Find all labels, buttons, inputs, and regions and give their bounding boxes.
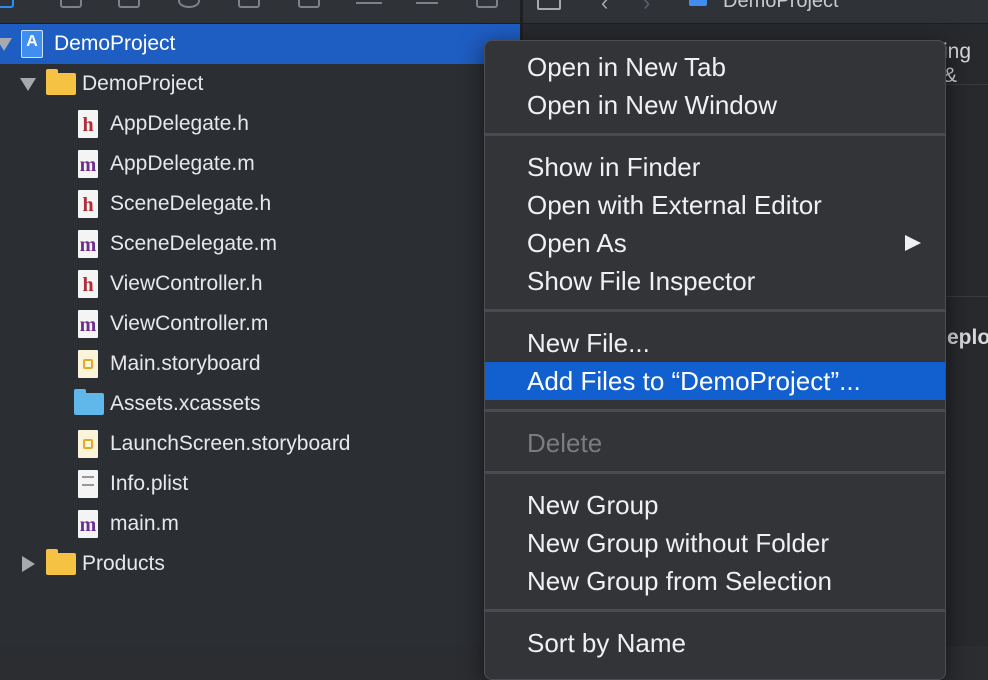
menu-item-open-with-external-editor[interactable]: Open with External Editor [485,186,945,224]
source-control-icon[interactable] [60,0,82,8]
tree-row-label: Products [82,552,165,575]
issue-navigator-icon[interactable] [238,0,260,8]
tree-row-label: AppDelegate.m [110,152,255,175]
project-navigator: DemoProject DemoProject h AppDelegate.h … [0,0,522,646]
tree-row-file[interactable]: h AppDelegate.h [0,104,522,144]
storyboard-file-icon [78,350,98,378]
context-menu: Open in New Tab Open in New Window Show … [484,40,946,680]
objc-source-file-icon: m [78,230,98,258]
menu-separator [485,471,945,474]
folder-icon [46,69,76,95]
menu-item-show-file-inspector[interactable]: Show File Inspector [485,262,945,300]
tree-row-file[interactable]: m ViewController.m [0,304,522,344]
menu-item-open-in-new-tab[interactable]: Open in New Tab [485,48,945,86]
tree-row-label: ViewController.h [110,272,263,295]
menu-separator [485,133,945,136]
objc-source-file-icon: m [78,510,98,538]
tree-row-label: Main.storyboard [110,352,261,375]
tree-row-label: Info.plist [110,472,189,495]
storyboard-file-icon [78,430,98,458]
submenu-arrow-icon [905,235,921,251]
tree-row-file[interactable]: m main.m [0,504,522,544]
test-navigator-icon[interactable] [298,0,320,8]
jump-bar-crumb[interactable]: DemoProject [723,0,839,13]
back-arrow-icon[interactable]: ‹ [601,0,608,16]
tree-row-label: DemoProject [54,32,176,55]
obscured-editor-text: eplo [947,326,988,349]
tree-row-label: ViewController.m [110,312,269,335]
folder-icon [46,549,76,575]
menu-item-new-group-from-selection[interactable]: New Group from Selection [485,562,945,600]
menu-item-sort-by-name[interactable]: Sort by Name [485,624,945,662]
debug-navigator-icon[interactable] [356,2,382,4]
tree-row-file[interactable]: Info.plist [0,464,522,504]
related-items-icon[interactable] [537,0,561,10]
tree-row-label: main.m [110,512,179,535]
tree-row-label: Assets.xcassets [110,392,261,415]
tree-row-file[interactable]: h ViewController.h [0,264,522,304]
menu-separator [485,409,945,412]
tree-row-label: SceneDelegate.h [110,192,272,215]
obscured-editor-text: ing & [943,40,972,87]
menu-item-new-group[interactable]: New Group [485,486,945,524]
plist-file-icon [78,470,98,498]
menu-item-open-as[interactable]: Open As [485,224,945,262]
tree-row-group[interactable]: Products [0,544,522,584]
tree-row-file[interactable]: h SceneDelegate.h [0,184,522,224]
report-navigator-icon[interactable] [476,0,498,8]
forward-arrow-icon[interactable]: › [643,0,650,16]
tree-row-label: DemoProject [82,72,204,95]
menu-item-delete: Delete [527,428,603,458]
xcode-project-icon [21,30,43,58]
menu-item-open-in-new-window[interactable]: Open in New Window [485,86,945,124]
objc-source-file-icon: m [78,150,98,178]
tree-row-group[interactable]: DemoProject [0,64,522,104]
disclosure-expanded-icon[interactable] [0,38,12,51]
tree-row-label: LaunchScreen.storyboard [110,432,351,455]
header-file-icon: h [78,270,98,298]
tree-row-file[interactable]: m AppDelegate.m [0,144,522,184]
tree-row-file[interactable]: Assets.xcassets [0,384,522,424]
menu-item-new-file[interactable]: New File... [485,324,945,362]
header-file-icon: h [78,190,98,218]
menu-item-add-files[interactable]: Add Files to “DemoProject”... [485,362,945,400]
project-navigator-icon[interactable] [0,0,14,8]
symbol-navigator-icon[interactable] [118,0,140,8]
tree-row-label: SceneDelegate.m [110,232,277,255]
navigator-toolbar [0,0,522,24]
find-navigator-icon[interactable] [178,0,200,8]
menu-item-show-in-finder[interactable]: Show in Finder [485,148,945,186]
objc-source-file-icon: m [78,310,98,338]
xcode-project-icon [689,0,707,6]
tree-row-file[interactable]: LaunchScreen.storyboard [0,424,522,464]
menu-item-new-group-without-folder[interactable]: New Group without Folder [485,524,945,562]
disclosure-expanded-icon[interactable] [20,78,36,91]
menu-separator [485,309,945,312]
disclosure-collapsed-icon[interactable] [22,556,35,572]
menu-item-label: Open As [527,228,627,258]
jump-bar: ‹ › DemoProject [523,0,988,24]
tree-row-file[interactable]: Main.storyboard [0,344,522,384]
tree-row-label: AppDelegate.h [110,112,249,135]
header-file-icon: h [78,110,98,138]
breakpoint-navigator-icon[interactable] [416,2,438,4]
tree-row-project[interactable]: DemoProject [0,24,522,64]
menu-separator [485,609,945,612]
tree-row-file[interactable]: m SceneDelegate.m [0,224,522,264]
asset-catalog-icon [74,389,104,415]
